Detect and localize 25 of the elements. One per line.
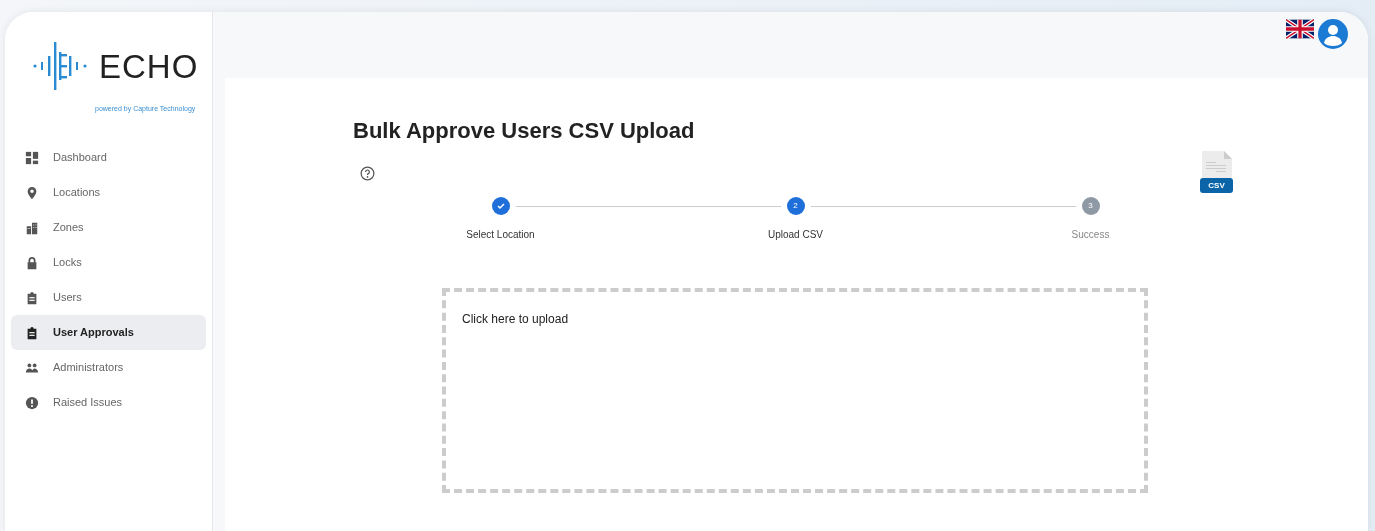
buildings-icon <box>25 220 39 235</box>
sidebar-item[interactable]: User Approvals <box>11 315 206 350</box>
alert-icon <box>25 395 39 410</box>
sidebar-item[interactable]: Locks <box>11 245 206 280</box>
sidebar-item[interactable]: Raised Issues <box>11 385 206 420</box>
sidebar-item[interactable]: Zones <box>11 210 206 245</box>
lock-icon <box>25 255 39 270</box>
dashboard-icon <box>25 150 39 165</box>
map-pin-icon <box>25 185 39 200</box>
people-icon <box>25 360 39 375</box>
step-label: Select Location <box>466 228 535 243</box>
step-label: Success <box>1071 228 1110 243</box>
upload-dropzone[interactable]: Click here to upload <box>442 288 1148 494</box>
sidebar-item[interactable]: Dashboard <box>11 140 206 175</box>
sidebar-item[interactable]: Locations <box>11 175 206 210</box>
page-title: Bulk Approve Users CSV Upload <box>353 118 696 145</box>
brand-name: ECHO <box>99 49 199 83</box>
step-label: Upload CSV <box>768 228 823 243</box>
clipboard-icon <box>25 290 39 305</box>
sidebar-item[interactable]: Users <box>11 280 206 315</box>
flag-icon[interactable] <box>1286 19 1314 39</box>
help-icon[interactable] <box>360 166 375 182</box>
avatar-icon[interactable] <box>1318 19 1348 49</box>
clipboard-icon <box>25 325 39 340</box>
sidebar-item[interactable]: Administrators <box>11 350 206 385</box>
